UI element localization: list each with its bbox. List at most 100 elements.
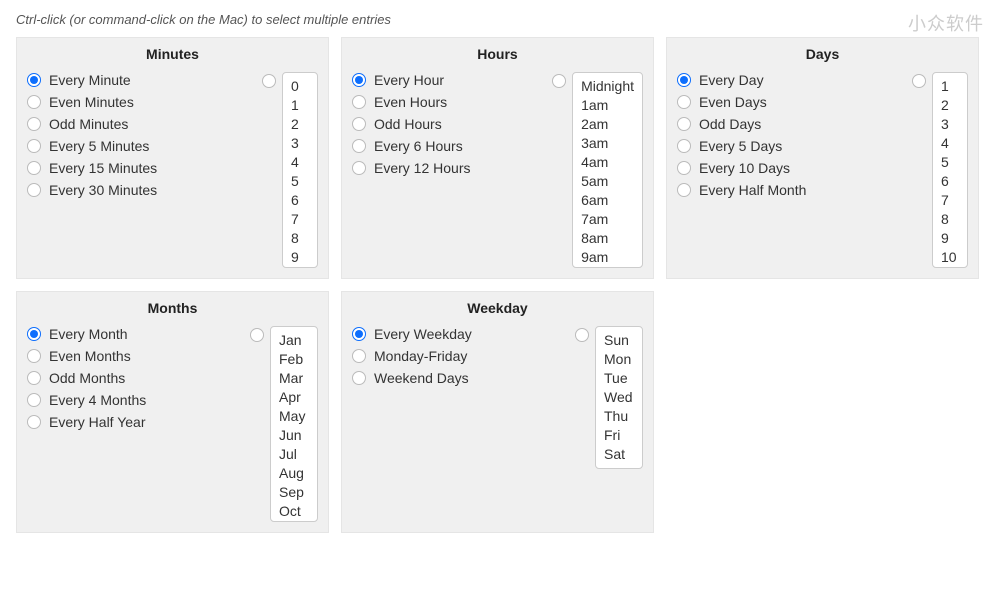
- minutes-option-every-30[interactable]: Every 30 Minutes: [27, 182, 256, 198]
- radio-icon: [27, 117, 41, 131]
- list-item[interactable]: Feb: [279, 350, 309, 369]
- months-listbox[interactable]: Jan Feb Mar Apr May Jun Jul Aug Sep Oct: [270, 326, 318, 522]
- radio-label: Every 4 Months: [49, 392, 146, 408]
- weekday-option-mon-fri[interactable]: Monday-Friday: [352, 348, 569, 364]
- days-custom-radio[interactable]: [912, 74, 926, 88]
- list-item[interactable]: 6: [291, 191, 309, 210]
- list-item[interactable]: Sun: [604, 331, 634, 350]
- list-item[interactable]: Jul: [279, 445, 309, 464]
- list-item[interactable]: 6: [941, 172, 959, 191]
- list-item[interactable]: 4: [941, 134, 959, 153]
- months-option-half-year[interactable]: Every Half Year: [27, 414, 244, 430]
- hours-option-odd[interactable]: Odd Hours: [352, 116, 546, 132]
- list-item[interactable]: 4am: [581, 153, 634, 172]
- list-item[interactable]: 10: [941, 248, 959, 267]
- list-item[interactable]: 7am: [581, 210, 634, 229]
- hours-custom-radio[interactable]: [552, 74, 566, 88]
- days-option-every-5[interactable]: Every 5 Days: [677, 138, 906, 154]
- hours-option-even[interactable]: Even Hours: [352, 94, 546, 110]
- days-option-every-day[interactable]: Every Day: [677, 72, 906, 88]
- list-item[interactable]: Midnight: [581, 77, 634, 96]
- minutes-option-every-5[interactable]: Every 5 Minutes: [27, 138, 256, 154]
- days-listbox[interactable]: 1 2 3 4 5 6 7 8 9 10: [932, 72, 968, 268]
- hours-option-every-6[interactable]: Every 6 Hours: [352, 138, 546, 154]
- weekday-listbox[interactable]: Sun Mon Tue Wed Thu Fri Sat: [595, 326, 643, 469]
- minutes-option-odd[interactable]: Odd Minutes: [27, 116, 256, 132]
- radio-label: Every 5 Days: [699, 138, 782, 154]
- radio-icon: [27, 393, 41, 407]
- days-option-odd[interactable]: Odd Days: [677, 116, 906, 132]
- list-item[interactable]: Thu: [604, 407, 634, 426]
- radio-icon: [677, 161, 691, 175]
- list-item[interactable]: 5: [291, 172, 309, 191]
- radio-label: Every 5 Minutes: [49, 138, 149, 154]
- days-option-every-10[interactable]: Every 10 Days: [677, 160, 906, 176]
- list-item[interactable]: 2am: [581, 115, 634, 134]
- watermark-text: 小众软件: [908, 10, 984, 36]
- weekday-option-weekend[interactable]: Weekend Days: [352, 370, 569, 386]
- list-item[interactable]: 8: [291, 229, 309, 248]
- radio-label: Every Weekday: [374, 326, 472, 342]
- radio-label: Odd Hours: [374, 116, 442, 132]
- list-item[interactable]: Tue: [604, 369, 634, 388]
- list-item[interactable]: 6am: [581, 191, 634, 210]
- months-option-every-4[interactable]: Every 4 Months: [27, 392, 244, 408]
- list-item[interactable]: 5am: [581, 172, 634, 191]
- list-item[interactable]: 1am: [581, 96, 634, 115]
- list-item[interactable]: 9: [941, 229, 959, 248]
- list-item[interactable]: Aug: [279, 464, 309, 483]
- list-item[interactable]: 3am: [581, 134, 634, 153]
- list-item[interactable]: 7: [941, 191, 959, 210]
- minutes-custom-radio[interactable]: [262, 74, 276, 88]
- instruction-text: Ctrl-click (or command-click on the Mac)…: [16, 12, 984, 27]
- list-item[interactable]: Jun: [279, 426, 309, 445]
- minutes-listbox[interactable]: 0 1 2 3 4 5 6 7 8 9: [282, 72, 318, 268]
- radio-label: Even Days: [699, 94, 767, 110]
- list-item[interactable]: Mon: [604, 350, 634, 369]
- weekday-option-every-weekday[interactable]: Every Weekday: [352, 326, 569, 342]
- list-item[interactable]: Jan: [279, 331, 309, 350]
- weekday-custom-radio[interactable]: [575, 328, 589, 342]
- hours-listbox[interactable]: Midnight 1am 2am 3am 4am 5am 6am 7am 8am…: [572, 72, 643, 268]
- list-item[interactable]: 3: [291, 134, 309, 153]
- minutes-option-even[interactable]: Even Minutes: [27, 94, 256, 110]
- hours-option-every-hour[interactable]: Every Hour: [352, 72, 546, 88]
- list-item[interactable]: Fri: [604, 426, 634, 445]
- list-item[interactable]: Sep: [279, 483, 309, 502]
- radio-label: Every 12 Hours: [374, 160, 470, 176]
- months-option-every-month[interactable]: Every Month: [27, 326, 244, 342]
- minutes-option-every-minute[interactable]: Every Minute: [27, 72, 256, 88]
- list-item[interactable]: May: [279, 407, 309, 426]
- list-item[interactable]: 8: [941, 210, 959, 229]
- list-item[interactable]: 2: [291, 115, 309, 134]
- list-item[interactable]: 3: [941, 115, 959, 134]
- list-item[interactable]: 1: [941, 77, 959, 96]
- list-item[interactable]: 1: [291, 96, 309, 115]
- list-item[interactable]: Oct: [279, 502, 309, 521]
- list-item[interactable]: 8am: [581, 229, 634, 248]
- list-item[interactable]: Apr: [279, 388, 309, 407]
- list-item[interactable]: 9am: [581, 248, 634, 267]
- radio-icon: [352, 327, 366, 341]
- list-item[interactable]: Sat: [604, 445, 634, 464]
- list-item[interactable]: 5: [941, 153, 959, 172]
- days-title: Days: [677, 46, 968, 62]
- hours-option-every-12[interactable]: Every 12 Hours: [352, 160, 546, 176]
- list-item[interactable]: 7: [291, 210, 309, 229]
- days-option-even[interactable]: Even Days: [677, 94, 906, 110]
- list-item[interactable]: 0: [291, 77, 309, 96]
- list-item[interactable]: 2: [941, 96, 959, 115]
- months-option-even[interactable]: Even Months: [27, 348, 244, 364]
- minutes-option-every-15[interactable]: Every 15 Minutes: [27, 160, 256, 176]
- months-custom-radio[interactable]: [250, 328, 264, 342]
- radio-label: Every 6 Hours: [374, 138, 463, 154]
- radio-label: Odd Days: [699, 116, 761, 132]
- list-item[interactable]: 9: [291, 248, 309, 267]
- minutes-title: Minutes: [27, 46, 318, 62]
- list-item[interactable]: 4: [291, 153, 309, 172]
- months-radio-group: Every Month Even Months Odd Months Every…: [27, 326, 244, 430]
- months-option-odd[interactable]: Odd Months: [27, 370, 244, 386]
- list-item[interactable]: Mar: [279, 369, 309, 388]
- days-option-half-month[interactable]: Every Half Month: [677, 182, 906, 198]
- list-item[interactable]: Wed: [604, 388, 634, 407]
